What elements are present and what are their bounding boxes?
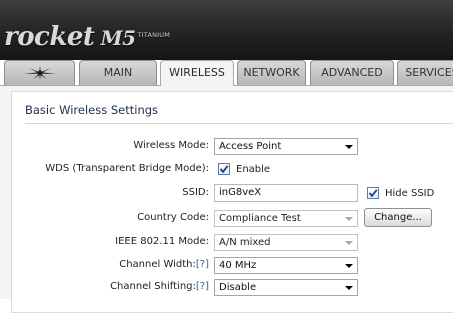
channel-shifting-label: Channel Shifting: [110,281,196,292]
chevron-down-icon [345,145,353,149]
wireless-mode-label: Wireless Mode: [133,140,209,151]
wireless-mode-select[interactable]: Access Point [214,138,358,155]
channel-width-select[interactable]: 40 MHz [214,257,358,274]
hide-ssid-label: Hide SSID [385,188,435,199]
main-tabs: MAIN WIRELESS NETWORK ADVANCED SERVICES [0,60,453,86]
section-title: Basic Wireless Settings [25,103,159,117]
product-logo: rocket M5 TITANIUM [4,22,170,52]
section-divider [25,123,453,124]
checkmark-icon [219,165,229,174]
tab-ubiquiti-logo[interactable] [4,60,75,85]
logo-word: rocket [4,22,95,52]
channel-shifting-help-link[interactable]: [?] [196,281,209,292]
logo-sub: TITANIUM [137,31,171,39]
tab-wireless[interactable]: WIRELESS [160,60,234,86]
change-country-button[interactable]: Change... [364,208,432,227]
tab-main[interactable]: MAIN [79,60,157,85]
hide-ssid-checkbox[interactable] [367,187,379,199]
ieee-mode-select[interactable]: A/N mixed [214,234,358,251]
country-code-select[interactable]: Compliance Test [214,210,358,227]
channel-shifting-label-row: Channel Shifting:[?] [110,281,209,292]
ieee-mode-label: IEEE 802.11 Mode: [115,236,209,247]
channel-width-label-row: Channel Width:[?] [119,259,209,270]
channel-width-value: 40 MHz [219,260,257,271]
country-code-label: Country Code: [137,212,209,223]
tab-services[interactable]: SERVICES [397,60,453,85]
wireless-page-content: Basic Wireless Settings Wireless Mode: A… [0,85,453,313]
chevron-down-icon [345,264,353,268]
logo-model: M5 [100,26,136,50]
wireless-mode-value: Access Point [219,141,282,152]
channel-width-help-link[interactable]: [?] [196,259,209,270]
wds-label: WDS (Transparent Bridge Mode): [45,163,209,174]
ssid-label: SSID: [182,187,209,198]
app-header: rocket M5 TITANIUM [0,0,453,60]
ieee-mode-value: A/N mixed [219,237,271,248]
chevron-down-icon [345,217,353,221]
wds-enable-label: Enable [236,164,271,175]
tab-advanced[interactable]: ADVANCED [310,60,394,85]
chevron-down-icon [345,286,353,290]
ssid-input[interactable]: inG8veX [214,184,358,202]
country-code-value: Compliance Test [219,213,301,224]
channel-width-label: Channel Width: [119,259,196,270]
chevron-down-icon [345,241,353,245]
checkmark-icon [368,189,378,198]
channel-shifting-value: Disable [219,282,257,293]
tab-network[interactable]: NETWORK [237,60,306,85]
channel-shifting-select[interactable]: Disable [214,279,358,296]
wds-enable-checkbox[interactable] [218,163,230,175]
